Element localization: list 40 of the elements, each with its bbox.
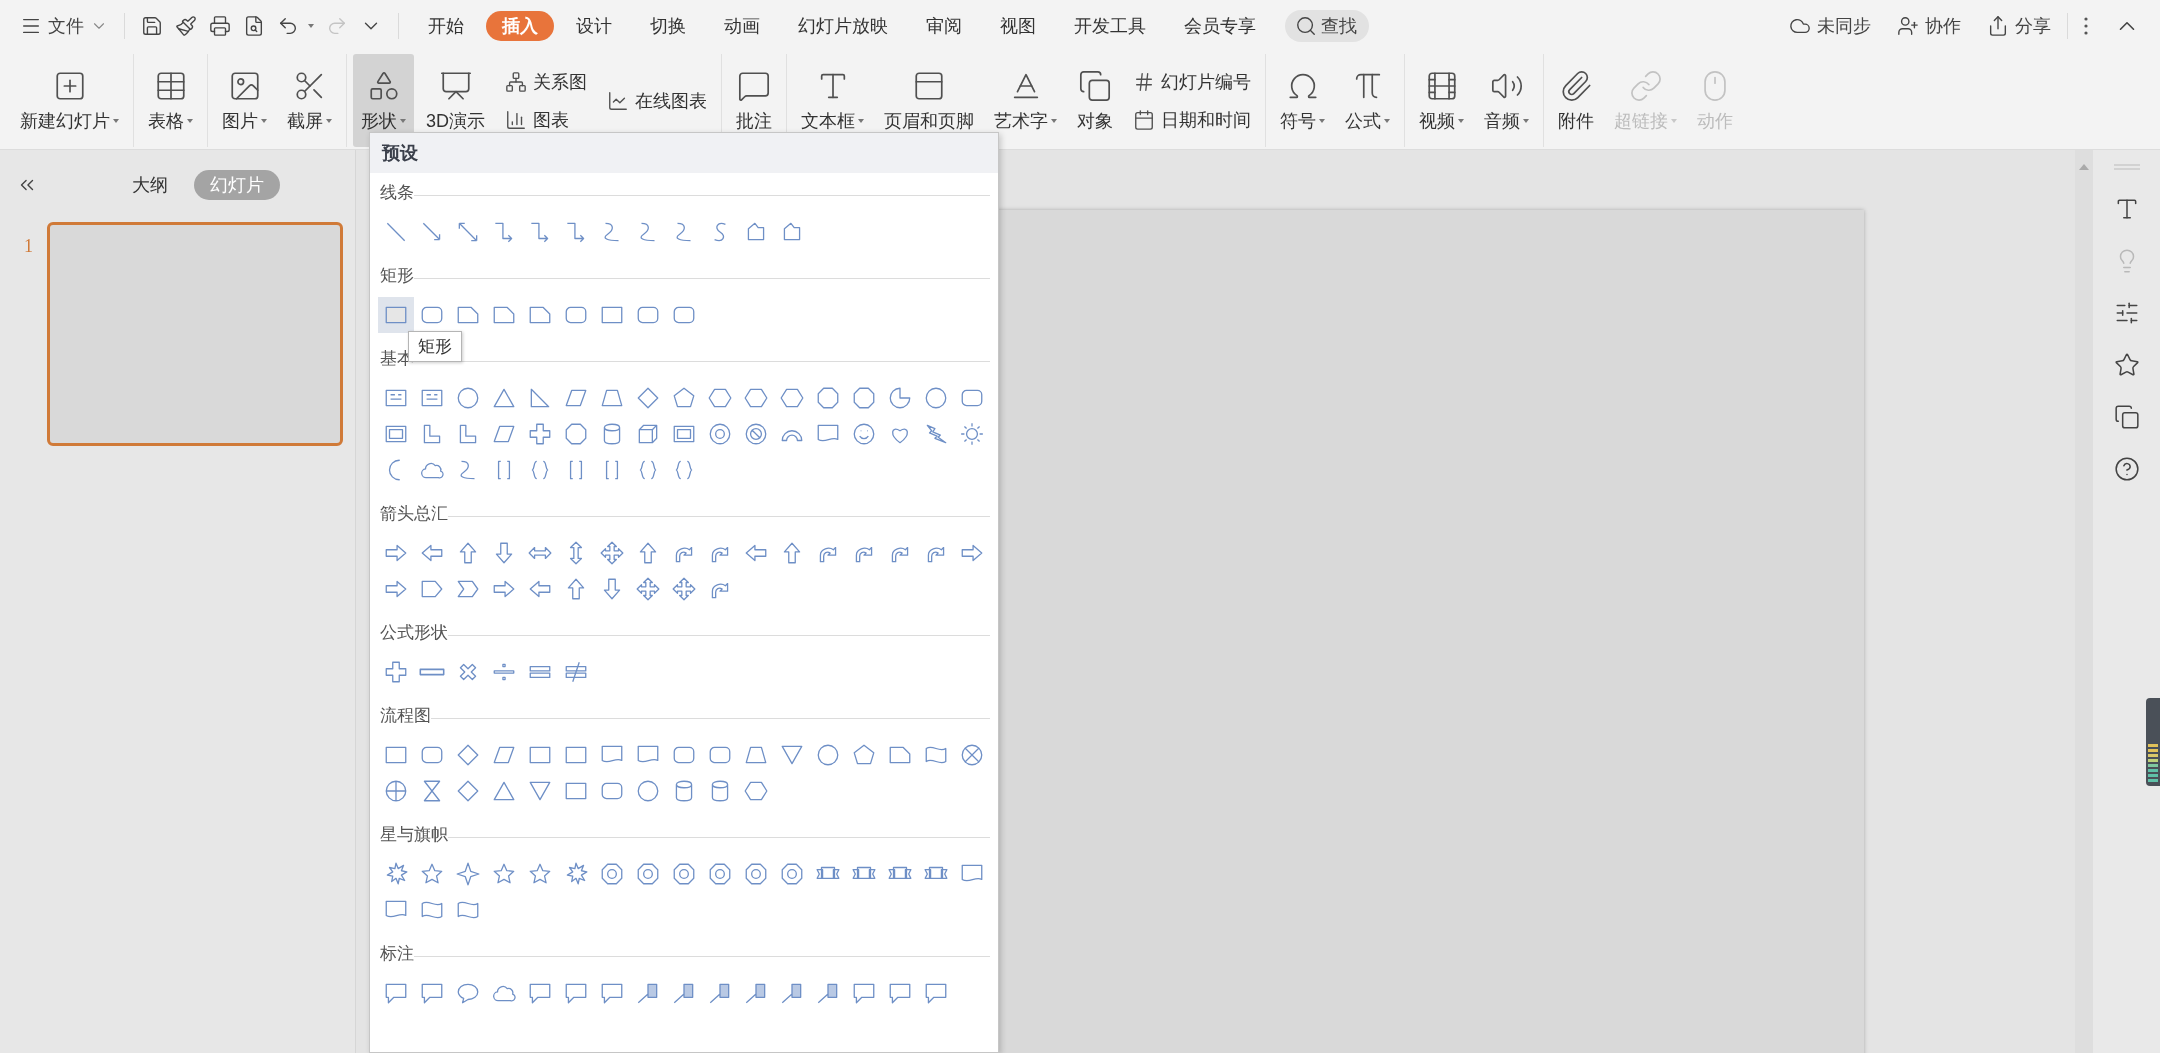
tooltip: 矩形	[408, 331, 462, 362]
account-action[interactable]: 协作	[1891, 10, 1967, 42]
ribbon-button[interactable]: 附件	[1550, 54, 1602, 147]
ribbon-tab[interactable]: 会员专享	[1168, 11, 1272, 41]
ribbon-small-button[interactable]: 在线图表	[603, 86, 711, 115]
ribbon-button[interactable]: 公式	[1337, 54, 1398, 147]
slide-number: 1	[24, 235, 33, 258]
section-title: 标注	[380, 943, 414, 965]
ribbon-small-button[interactable]: 幻灯片编号	[1129, 67, 1255, 96]
section-title: 矩形	[380, 265, 414, 287]
ribbon-tab[interactable]: 开发工具	[1058, 11, 1162, 41]
ribbon-tab[interactable]: 切换	[634, 11, 702, 41]
ribbon-tab[interactable]: 设计	[560, 11, 628, 41]
ribbon-small-button[interactable]: 日期和时间	[1129, 105, 1255, 134]
search-button[interactable]: 查找	[1285, 10, 1369, 42]
ribbon-button[interactable]: 截屏	[279, 54, 340, 147]
ribbon-tab[interactable]: 动画	[708, 11, 776, 41]
ribbon-button[interactable]: 符号	[1272, 54, 1333, 147]
view-tab[interactable]: 大纲	[116, 170, 184, 200]
dropdown-header: 预设	[370, 133, 998, 173]
section-title: 流程图	[380, 705, 431, 727]
ribbon-button[interactable]: 音频	[1476, 54, 1537, 147]
file-menu[interactable]: 文件	[14, 10, 114, 42]
ribbon-tab[interactable]: 视图	[984, 11, 1052, 41]
ribbon-tab[interactable]: 幻灯片放映	[782, 11, 904, 41]
ribbon-tab[interactable]: 审阅	[910, 11, 978, 41]
section-title: 箭头总汇	[380, 503, 448, 525]
section-title: 星与旗帜	[380, 824, 448, 846]
ribbon-tab[interactable]: 开始	[412, 11, 480, 41]
ribbon-button[interactable]: 视频	[1411, 54, 1472, 147]
ribbon-button[interactable]: 表格	[140, 54, 201, 147]
account-action[interactable]: 分享	[1981, 10, 2057, 42]
ribbon-button[interactable]: 图片	[214, 54, 275, 147]
section-title: 公式形状	[380, 622, 448, 644]
ribbon-small-button[interactable]: 关系图	[501, 67, 591, 96]
ribbon-button[interactable]: 对象	[1069, 54, 1121, 147]
account-action[interactable]: 未同步	[1783, 10, 1877, 42]
section-title: 线条	[380, 182, 414, 204]
ribbon-small-button[interactable]: 图表	[501, 105, 591, 134]
ribbon-button[interactable]: 新建幻灯片	[12, 54, 127, 147]
